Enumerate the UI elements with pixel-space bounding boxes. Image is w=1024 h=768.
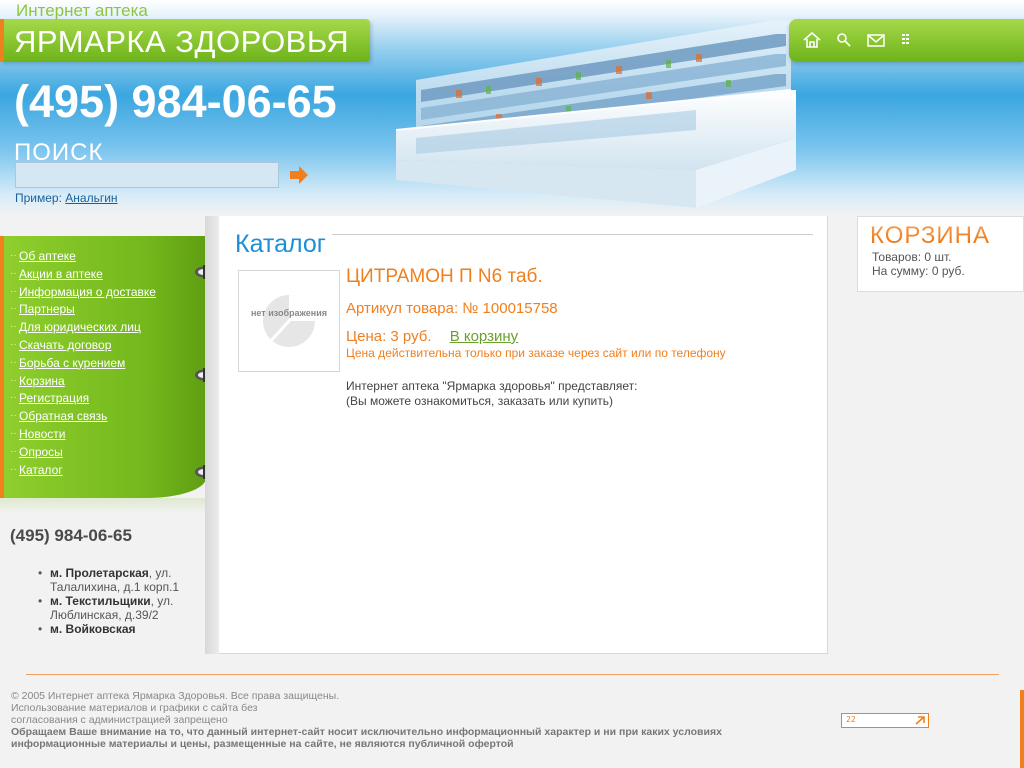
menu-item-delivery: Информация о доставке <box>10 283 156 302</box>
contacts-block: (495) 984-06-65 м. Пролетарская, ул. Тал… <box>10 526 208 636</box>
menu-link-legal-entities[interactable]: Для юридических лиц <box>19 320 141 334</box>
contacts-phone: (495) 984-06-65 <box>10 526 132 545</box>
product-name: ЦИТРАМОН П N6 таб. <box>346 266 543 287</box>
footer-accent-bar <box>1020 690 1024 768</box>
menu-item-news: Новости <box>10 425 156 444</box>
menu-link-anti-smoking[interactable]: Борьба с курением <box>19 356 125 370</box>
cart-widget: КОРЗИНА Товаров: 0 шт. На сумму: 0 руб. <box>857 216 1024 292</box>
footer-text: © 2005 Интернет аптека Ярмарка Здоровья.… <box>11 690 791 750</box>
cart-total-sum: На сумму: 0 руб. <box>872 264 965 278</box>
search-example: Пример: Анальгин <box>15 191 118 205</box>
menu-link-registration[interactable]: Регистрация <box>19 391 89 405</box>
search-arrow-icon[interactable] <box>290 165 308 185</box>
left-menu: Об аптеке Акции в аптеке Информация о до… <box>0 236 206 498</box>
menu-link-promotions[interactable]: Акции в аптеке <box>19 267 103 281</box>
menu-item-catalog: Каталог <box>10 461 156 480</box>
main-content: Каталог нет изображения ЦИТРАМОН П N6 та… <box>219 216 828 654</box>
contacts-list: м. Пролетарская, ул. Талалихина, д.1 кор… <box>38 566 208 636</box>
no-image-text: нет изображения <box>250 308 328 318</box>
product-price: Цена: 3 руб. <box>346 328 432 345</box>
search-example-prefix: Пример: <box>15 191 62 205</box>
menu-list: Об аптеке Акции в аптеке Информация о до… <box>10 247 156 480</box>
product-description-line: Интернет аптека "Ярмарка здоровья" предс… <box>346 379 638 393</box>
location-station: м. Войковская <box>50 622 136 636</box>
location-item: м. Текстильщики, ул. Люблинская, д.39/2 <box>38 594 208 622</box>
no-image-icon <box>263 295 315 347</box>
menu-link-feedback[interactable]: Обратная связь <box>19 409 107 423</box>
menu-item-promotions: Акции в аптеке <box>10 265 156 284</box>
left-menu-shadow <box>0 498 206 514</box>
logo-bar[interactable]: ЯРМАРКА ЗДОРОВЬЯ <box>0 19 370 62</box>
menu-link-polls[interactable]: Опросы <box>19 445 63 459</box>
menu-item-legal-entities: Для юридических лиц <box>10 318 156 337</box>
header: Интернет аптека ЯРМАРКА ЗДОРОВЬЯ (495) 9… <box>0 0 1024 216</box>
menu-link-about[interactable]: Об аптеке <box>19 249 76 263</box>
product-description-line: (Вы можете ознакомиться, заказать или ку… <box>346 394 613 408</box>
location-station: м. Текстильщики <box>50 594 151 608</box>
location-item: м. Пролетарская, ул. Талалихина, д.1 кор… <box>38 566 208 594</box>
visit-counter[interactable]: 22 <box>841 713 929 728</box>
location-item: м. Войковская <box>38 622 208 636</box>
add-to-cart-link[interactable]: В корзину <box>450 328 518 345</box>
product-info: ЦИТРАМОН П N6 таб. Артикул товара: № 100… <box>346 266 816 409</box>
page-title: Каталог <box>235 230 332 259</box>
content-shadow <box>205 216 219 654</box>
counter-value: 22 <box>846 715 856 724</box>
footer-divider <box>26 674 999 675</box>
menu-item-cart: Корзина <box>10 372 156 391</box>
usage-notice: Использование материалов и графики с сай… <box>11 702 258 714</box>
legal-notice: Обращаем Ваше внимание на то, что данный… <box>11 726 722 750</box>
menu-item-registration: Регистрация <box>10 389 156 408</box>
menu-item-feedback: Обратная связь <box>10 407 156 426</box>
top-icon-bar <box>789 19 1024 62</box>
menu-link-delivery[interactable]: Информация о доставке <box>19 285 156 299</box>
price-note: Цена действительна только при заказе чер… <box>346 346 726 360</box>
copyright: © 2005 Интернет аптека Ярмарка Здоровья.… <box>11 690 340 702</box>
cart-title[interactable]: КОРЗИНА <box>870 222 990 250</box>
search-example-link[interactable]: Анальгин <box>65 191 117 205</box>
menu-link-news[interactable]: Новости <box>19 427 65 441</box>
logo-text: ЯРМАРКА ЗДОРОВЬЯ <box>14 24 350 59</box>
menu-link-partners[interactable]: Партнеры <box>19 302 75 316</box>
product-image-placeholder: нет изображения <box>238 270 340 372</box>
menu-item-polls: Опросы <box>10 443 156 462</box>
location-station: м. Пролетарская <box>50 566 149 580</box>
menu-item-partners: Партнеры <box>10 300 156 319</box>
product-price-row: Цена: 3 руб. В корзину <box>346 328 816 345</box>
menu-link-cart[interactable]: Корзина <box>19 374 65 388</box>
mail-icon[interactable] <box>865 30 887 50</box>
search-input[interactable] <box>15 162 279 188</box>
menu-link-download-contract[interactable]: Скачать договор <box>19 338 111 352</box>
arrow-up-right-icon <box>915 716 925 725</box>
site-caption: Интернет аптека <box>16 1 148 20</box>
menu-link-catalog[interactable]: Каталог <box>19 463 63 477</box>
cart-items-count: Товаров: 0 шт. <box>872 250 952 264</box>
product-description: Интернет аптека "Ярмарка здоровья" предс… <box>346 379 816 409</box>
search-icon[interactable] <box>833 30 855 50</box>
sitemap-icon[interactable] <box>895 30 917 50</box>
pharmacy-shelves-image <box>396 20 796 208</box>
home-icon[interactable] <box>801 30 823 50</box>
menu-item-about: Об аптеке <box>10 247 156 266</box>
product-sku: Артикул товара: № 100015758 <box>346 300 558 317</box>
menu-item-download-contract: Скачать договор <box>10 336 156 355</box>
header-phone: (495) 984-06-65 <box>14 76 337 127</box>
usage-notice: согласования с администрацией запрещено <box>11 714 228 726</box>
menu-item-anti-smoking: Борьба с курением <box>10 354 156 373</box>
